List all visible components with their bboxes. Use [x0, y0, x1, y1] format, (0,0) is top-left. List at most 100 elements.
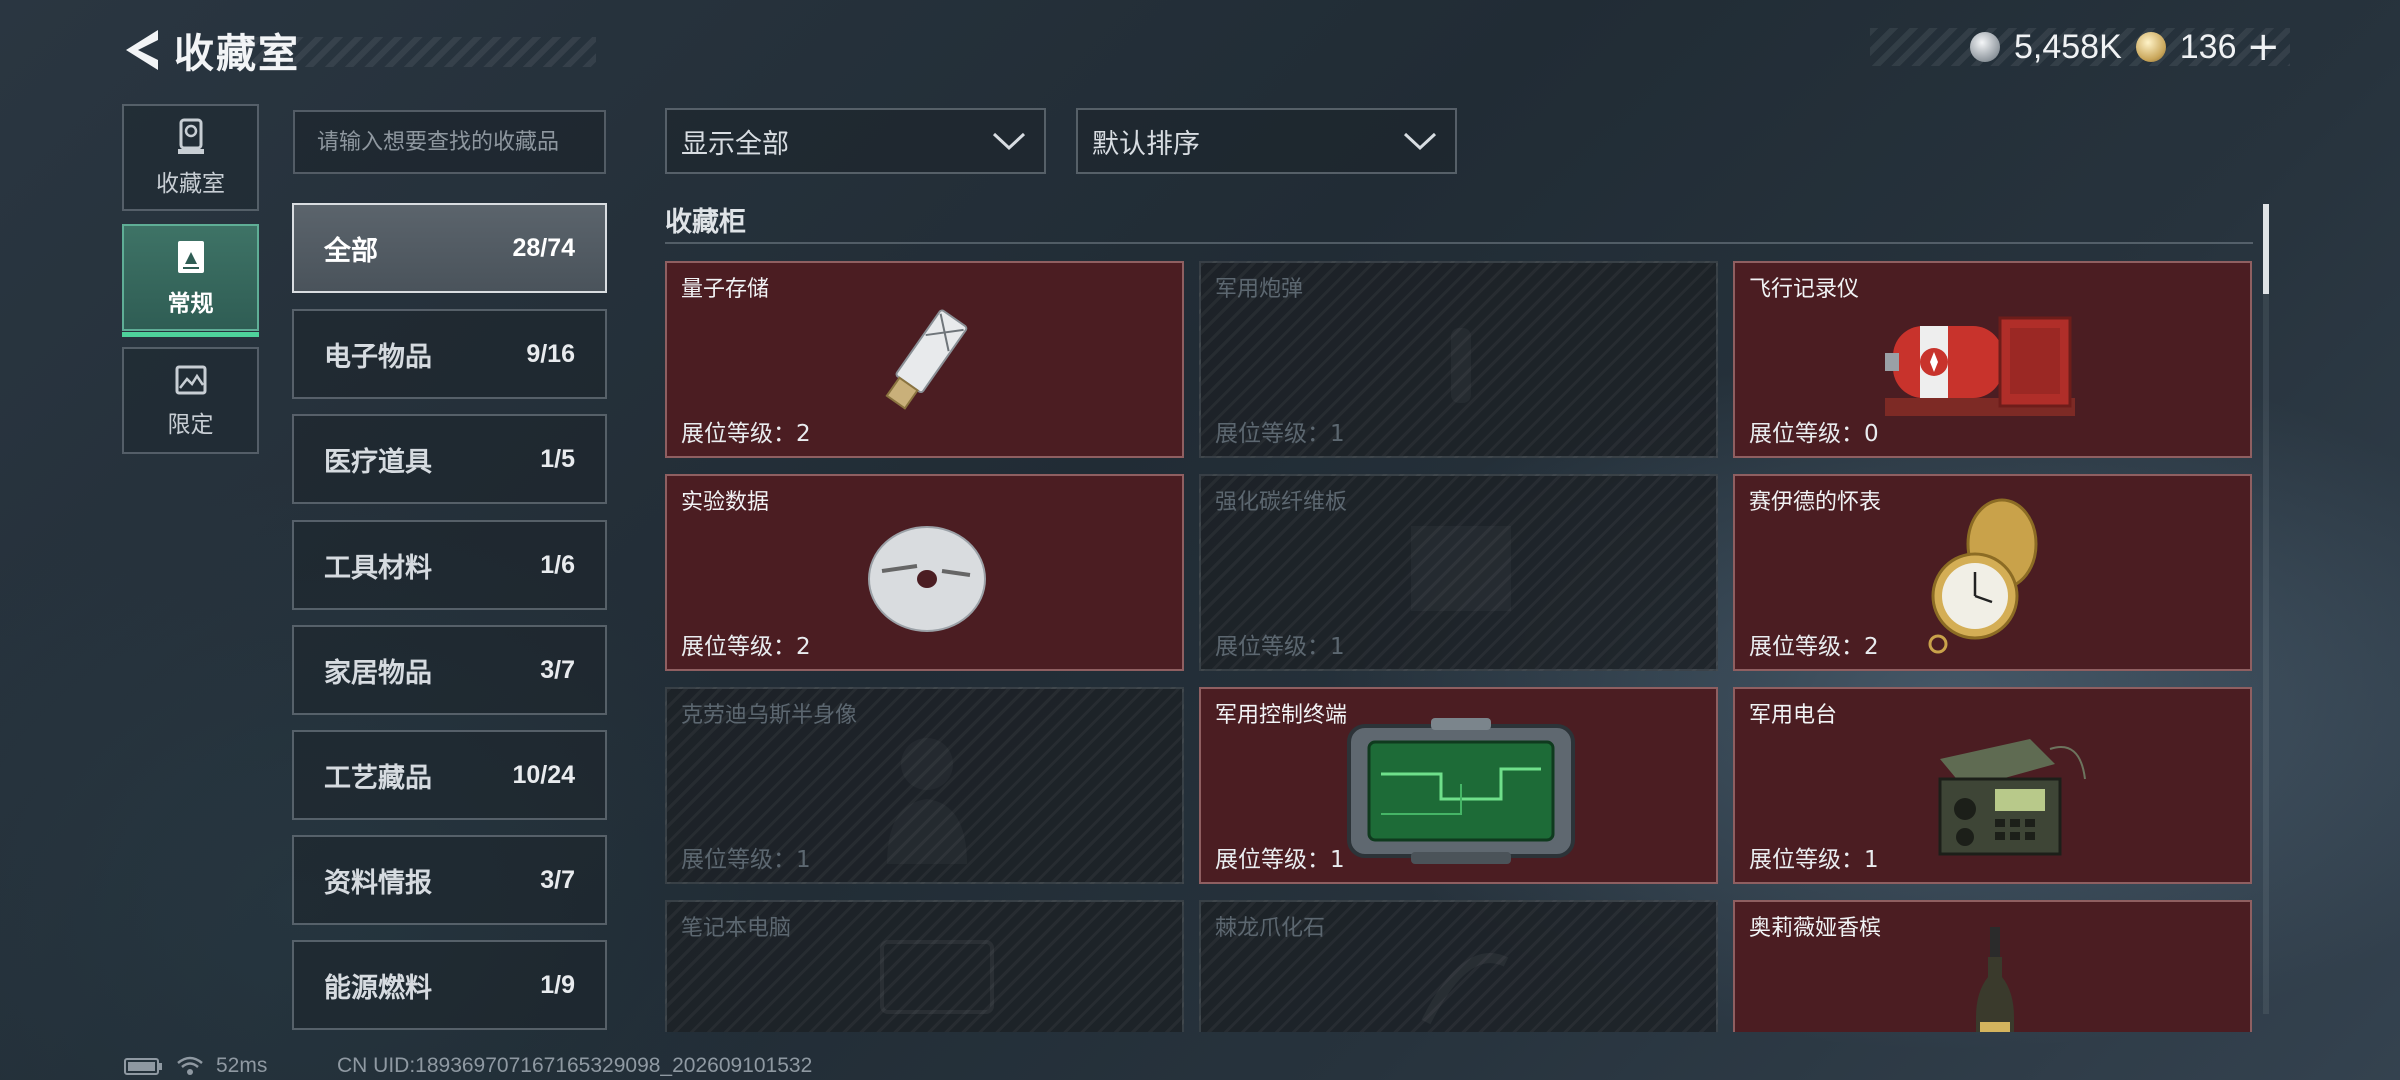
gold-amount: 136 [2179, 27, 2237, 66]
category-name: 资料情报 [324, 867, 432, 899]
category-energy[interactable]: 能源燃料 1/9 [292, 940, 607, 1030]
item-level: 展位等级：2 [1749, 634, 1879, 660]
category-tools[interactable]: 工具材料 1/6 [292, 520, 607, 610]
item-name: 棘龙爪化石 [1215, 916, 1326, 941]
category-medical[interactable]: 医疗道具 1/5 [292, 414, 607, 504]
item-card[interactable]: 军用控制终端 展位等级：1 [1199, 687, 1718, 884]
scrollbar-thumb[interactable] [2263, 204, 2269, 294]
item-card-locked[interactable]: 军用炮弹 展位等级：1 [1199, 261, 1718, 458]
item-name: 军用电台 [1749, 703, 1838, 728]
section-title: 收藏柜 [665, 207, 746, 238]
category-count: 1/5 [540, 444, 575, 473]
category-name: 工艺藏品 [324, 762, 432, 794]
item-level: 展位等级：1 [681, 847, 811, 873]
category-count: 1/6 [540, 550, 575, 579]
ping-value: 52ms [216, 1054, 268, 1077]
back-button[interactable] [118, 22, 166, 78]
item-name: 军用炮弹 [1215, 277, 1304, 302]
category-name: 全部 [324, 235, 378, 267]
page-title-wrap: 收藏室 [166, 25, 596, 77]
item-card[interactable]: 军用电台 展位等级：1 [1733, 687, 2252, 884]
gold-coin-icon [2135, 32, 2166, 62]
carbon-plate-icon [1396, 511, 1526, 631]
item-level: 展位等级：2 [681, 421, 811, 447]
add-currency-button[interactable]: + [2246, 27, 2280, 67]
laptop-icon [880, 940, 994, 1014]
category-name: 工具材料 [324, 552, 432, 584]
silver-amount: 5,458K [2013, 27, 2122, 66]
item-name: 飞行记录仪 [1749, 277, 1860, 302]
page-title: 收藏室 [174, 31, 300, 77]
item-level: 展位等级：1 [1215, 421, 1345, 447]
card-icon [177, 240, 204, 273]
header: 收藏室 [118, 22, 596, 78]
tab-limited-label: 限定 [167, 411, 214, 438]
sort-value: 默认排序 [1092, 128, 1200, 160]
item-level: 展位等级：2 [681, 634, 811, 660]
category-name: 电子物品 [324, 341, 432, 373]
item-card[interactable]: 奥莉薇娅香槟 [1733, 900, 2252, 1032]
item-name: 克劳迪乌斯半身像 [681, 703, 858, 728]
battery-icon [124, 1058, 162, 1075]
scrollbar[interactable] [2263, 204, 2269, 1014]
item-card[interactable]: 赛伊德的怀表 展位等级：2 [1733, 474, 2252, 671]
fossil-icon [1421, 953, 1509, 1025]
wifi-icon [177, 1056, 203, 1075]
tab-collection-room[interactable]: 收藏室 [122, 104, 259, 211]
category-count: 3/7 [540, 865, 575, 894]
tab-regular-label: 常规 [167, 290, 214, 317]
item-name: 笔记本电脑 [681, 916, 792, 941]
item-level: 展位等级：0 [1749, 421, 1879, 447]
item-level: 展位等级：1 [1215, 847, 1345, 873]
item-name: 赛伊德的怀表 [1749, 490, 1882, 515]
search-input[interactable] [293, 110, 606, 174]
chevron-down-icon [992, 132, 1026, 151]
tab-regular[interactable]: 常规 [122, 224, 259, 337]
bust-icon [862, 714, 992, 874]
tab-limited[interactable]: 限定 [122, 347, 259, 454]
champagne-icon [1976, 927, 2014, 1032]
currency-bar: 5,458K 136 + [1870, 27, 2290, 67]
category-household[interactable]: 家居物品 3/7 [292, 625, 607, 715]
item-card-locked[interactable]: 强化碳纤维板 展位等级：1 [1199, 474, 1718, 671]
category-count: 3/7 [540, 655, 575, 684]
collection-grid: 量子存储 展位等级：2 军用炮弹 展位等级：1 飞行记录仪 展位等级：0 实验数… [664, 260, 2254, 1032]
item-card-locked[interactable]: 棘龙爪化石 [1199, 900, 1718, 1032]
shell-icon [1451, 328, 1471, 403]
category-name: 医疗道具 [324, 446, 432, 478]
status-footer: 52ms [124, 1054, 267, 1078]
category-intel[interactable]: 资料情报 3/7 [292, 835, 607, 925]
category-crafts[interactable]: 工艺藏品 10/24 [292, 730, 607, 820]
category-all[interactable]: 全部 28/74 [292, 203, 607, 293]
category-electronics[interactable]: 电子物品 9/16 [292, 309, 607, 399]
category-name: 能源燃料 [324, 972, 432, 1004]
silver-coin-icon [1969, 32, 2000, 62]
item-name: 实验数据 [681, 490, 770, 515]
item-card[interactable]: 实验数据 展位等级：2 [665, 474, 1184, 671]
section-divider [665, 242, 2253, 244]
disc-icon [868, 526, 986, 632]
item-name: 奥莉薇娅香槟 [1749, 916, 1882, 941]
category-name: 家居物品 [324, 657, 432, 689]
category-count: 1/9 [540, 970, 575, 999]
user-uid: CN UID:189369707167165329098_20260910153… [337, 1054, 813, 1077]
trophy-icon [177, 118, 204, 154]
show-filter-dropdown[interactable]: 显示全部 [665, 108, 1046, 174]
category-count: 28/74 [512, 233, 575, 262]
usb-drive-icon [885, 309, 968, 410]
tab-collection-room-label: 收藏室 [156, 170, 225, 197]
category-count: 9/16 [526, 339, 575, 368]
item-name: 军用控制终端 [1215, 703, 1348, 728]
item-card-locked[interactable]: 克劳迪乌斯半身像 展位等级：1 [665, 687, 1184, 884]
flight-recorder-icon [1885, 316, 2075, 416]
control-terminal-icon [1347, 718, 1575, 864]
sort-dropdown[interactable]: 默认排序 [1076, 108, 1457, 174]
item-level: 展位等级：1 [1749, 847, 1879, 873]
item-card[interactable]: 飞行记录仪 展位等级：0 [1733, 261, 2252, 458]
item-level: 展位等级：1 [1215, 634, 1345, 660]
pocket-watch-icon [1928, 498, 2038, 654]
item-name: 强化碳纤维板 [1215, 490, 1348, 515]
item-card-locked[interactable]: 笔记本电脑 [665, 900, 1184, 1032]
item-card[interactable]: 量子存储 展位等级：2 [665, 261, 1184, 458]
radio-icon [1938, 739, 2086, 856]
